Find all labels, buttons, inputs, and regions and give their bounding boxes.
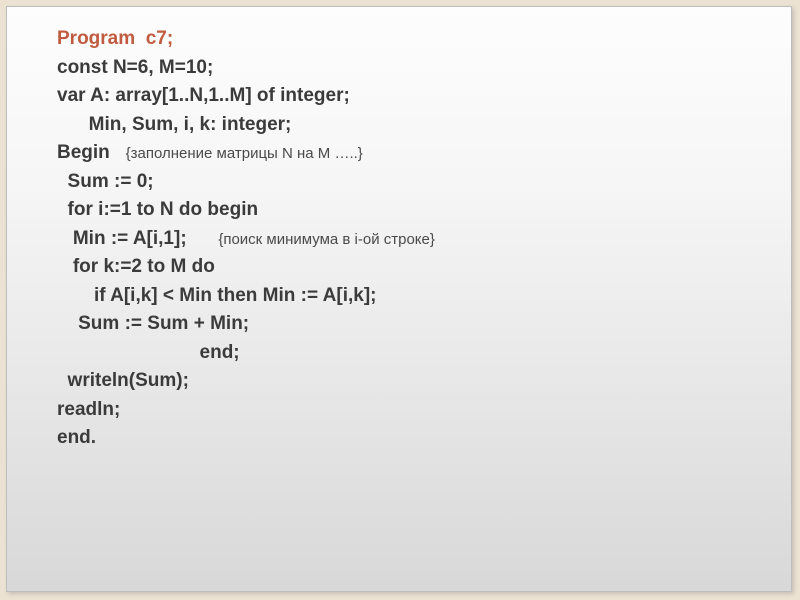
code-line-8: Min := A[i,1];: [57, 228, 218, 249]
slide-panel: Program c7; const N=6, M=10; var A: arra…: [6, 6, 792, 592]
code-line-6: Sum := 0;: [57, 171, 154, 192]
code-line-5-comment: {заполнение матрицы N на M …..}: [126, 145, 363, 162]
code-line-9: for k:=2 to M do: [57, 256, 215, 277]
code-line-10: if A[i,k] < Min then Min := A[i,k];: [57, 285, 376, 306]
code-line-13: writeln(Sum);: [57, 370, 189, 391]
pascal-code-block: Program c7; const N=6, M=10; var A: arra…: [57, 25, 761, 453]
code-line-4: Min, Sum, i, k: integer;: [57, 114, 291, 135]
code-line-1-program: Program c7;: [57, 28, 173, 49]
code-line-8-comment: {поиск минимума в i-ой строке}: [218, 231, 435, 248]
code-line-5-begin: Begin: [57, 142, 126, 163]
code-line-12: end;: [57, 342, 240, 363]
code-line-2: const N=6, M=10;: [57, 57, 213, 78]
code-line-14: readln;: [57, 399, 120, 420]
code-line-3: var A: array[1..N,1..M] of integer;: [57, 85, 350, 106]
code-line-15: end.: [57, 427, 96, 448]
code-line-11: Sum := Sum + Min;: [57, 313, 249, 334]
code-line-7: for i:=1 to N do begin: [57, 199, 258, 220]
